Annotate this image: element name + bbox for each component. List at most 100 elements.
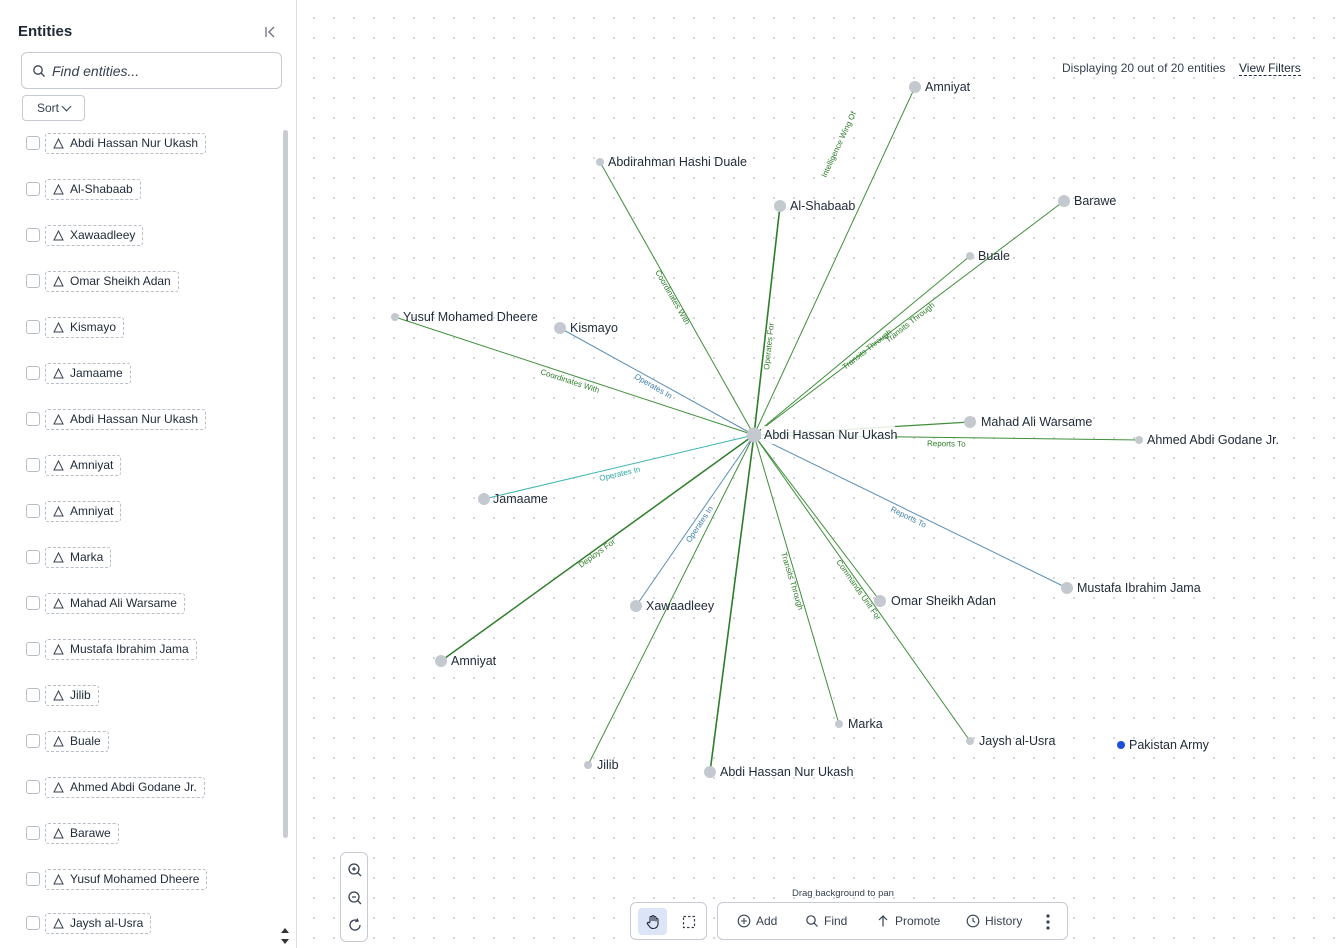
- entity-chip[interactable]: Ahmed Abdi Godane Jr.: [45, 776, 205, 798]
- checkbox[interactable]: [26, 642, 40, 656]
- graph-node[interactable]: Amniyat: [909, 80, 971, 94]
- graph-edge[interactable]: [753, 434, 881, 602]
- add-button[interactable]: Add: [737, 914, 777, 928]
- graph-edge[interactable]: [753, 86, 916, 436]
- reset-icon[interactable]: [347, 917, 363, 933]
- marquee-select-icon[interactable]: [675, 908, 702, 935]
- hand-icon[interactable]: [638, 908, 667, 935]
- graph-node[interactable]: Amniyat: [435, 654, 497, 668]
- list-item[interactable]: Barawe: [26, 822, 119, 844]
- list-item[interactable]: Mustafa Ibrahim Jama: [26, 638, 197, 660]
- entity-chip[interactable]: Omar Sheikh Adan: [45, 270, 179, 292]
- checkbox[interactable]: [26, 366, 40, 380]
- entity-chip[interactable]: Xawaadleey: [45, 224, 144, 246]
- graph-node[interactable]: Kismayo: [554, 321, 618, 335]
- graph-edge[interactable]: [753, 434, 1068, 589]
- graph-node[interactable]: Omar Sheikh Adan: [874, 594, 996, 608]
- graph-node[interactable]: Abdi Hassan Nur Ukash: [746, 426, 898, 444]
- entity-chip[interactable]: Abdi Hassan Nur Ukash: [45, 408, 207, 430]
- entity-chip[interactable]: Yusuf Mohamed Dheere: [45, 868, 208, 890]
- entity-chip[interactable]: Mahad Ali Warsame: [45, 592, 185, 614]
- graph-node[interactable]: Jilib: [584, 758, 619, 772]
- graph-node[interactable]: Xawaadleey: [630, 599, 715, 613]
- list-item[interactable]: Amniyat: [26, 500, 122, 522]
- find-button[interactable]: Find: [805, 914, 847, 928]
- checkbox[interactable]: [26, 228, 40, 242]
- graph-node[interactable]: Abdi Hassan Nur Ukash: [704, 765, 853, 779]
- entity-chip[interactable]: Amniyat: [45, 500, 122, 522]
- list-item[interactable]: Al-Shabaab: [26, 178, 141, 200]
- graph-node[interactable]: Buale: [966, 249, 1010, 263]
- scroll-down-icon[interactable]: [281, 939, 289, 944]
- graph-node[interactable]: Ahmed Abdi Godane Jr.: [1135, 433, 1279, 447]
- checkbox[interactable]: [26, 504, 40, 518]
- graph-node[interactable]: Abdirahman Hashi Duale: [596, 155, 747, 169]
- collapse-left-icon[interactable]: [262, 24, 280, 40]
- list-item[interactable]: Jaysh al-Usra: [26, 912, 152, 934]
- entity-chip[interactable]: Abdi Hassan Nur Ukash: [45, 132, 207, 154]
- entity-chip[interactable]: Kismayo: [45, 316, 125, 338]
- sort-button[interactable]: Sort: [22, 95, 85, 121]
- sidebar-scrollbar[interactable]: [283, 130, 288, 838]
- graph-edge[interactable]: [635, 434, 755, 607]
- graph-svg[interactable]: Intelligence Wing Of Coordinates With Op…: [298, 0, 1340, 948]
- graph-edge[interactable]: [559, 327, 755, 436]
- list-item[interactable]: Amniyat: [26, 454, 122, 476]
- checkbox[interactable]: [26, 780, 40, 794]
- entity-chip[interactable]: Al-Shabaab: [45, 178, 141, 200]
- entity-chip[interactable]: Amniyat: [45, 454, 122, 476]
- list-item[interactable]: Buale: [26, 730, 109, 752]
- list-item[interactable]: Kismayo: [26, 316, 125, 338]
- graph-edge[interactable]: [483, 434, 755, 500]
- checkbox[interactable]: [26, 734, 40, 748]
- graph-node[interactable]: Al-Shabaab: [774, 199, 855, 213]
- entity-search[interactable]: [21, 52, 282, 89]
- checkbox[interactable]: [26, 872, 40, 886]
- list-item[interactable]: Omar Sheikh Adan: [26, 270, 179, 292]
- graph-canvas[interactable]: Intelligence Wing Of Coordinates With Op…: [298, 0, 1340, 948]
- list-item[interactable]: Abdi Hassan Nur Ukash: [26, 408, 207, 430]
- graph-node[interactable]: Jaysh al-Usra: [966, 734, 1055, 748]
- checkbox[interactable]: [26, 826, 40, 840]
- graph-node[interactable]: Marka: [835, 717, 883, 731]
- list-item[interactable]: Marka: [26, 546, 112, 568]
- graph-node[interactable]: Pakistan Army: [1117, 738, 1210, 752]
- checkbox[interactable]: [26, 596, 40, 610]
- graph-node[interactable]: Yusuf Mohamed Dheere: [391, 310, 538, 324]
- checkbox[interactable]: [26, 688, 40, 702]
- list-item[interactable]: Abdi Hassan Nur Ukash: [26, 132, 207, 154]
- checkbox[interactable]: [26, 320, 40, 334]
- checkbox[interactable]: [26, 550, 40, 564]
- entity-chip[interactable]: Marka: [45, 546, 112, 568]
- view-filters-link[interactable]: View Filters: [1239, 61, 1301, 76]
- graph-edge[interactable]: [709, 434, 755, 773]
- graph-node[interactable]: Mustafa Ibrahim Jama: [1061, 581, 1201, 595]
- entity-chip[interactable]: Jaysh al-Usra: [45, 912, 152, 934]
- graph-node[interactable]: Jamaame: [478, 492, 548, 506]
- list-item[interactable]: Jilib: [26, 684, 99, 706]
- entity-chip[interactable]: Barawe: [45, 822, 119, 844]
- checkbox[interactable]: [26, 412, 40, 426]
- entity-chip[interactable]: Buale: [45, 730, 109, 752]
- checkbox[interactable]: [26, 916, 40, 930]
- entity-chip[interactable]: Jamaame: [45, 362, 131, 384]
- more-vertical-icon[interactable]: [1045, 913, 1051, 931]
- promote-button[interactable]: Promote: [876, 914, 940, 928]
- list-item[interactable]: Mahad Ali Warsame: [26, 592, 185, 614]
- scroll-up-icon[interactable]: [281, 928, 289, 933]
- zoom-in-icon[interactable]: [347, 862, 363, 878]
- graph-node[interactable]: Mahad Ali Warsame: [964, 415, 1092, 429]
- graph-edge[interactable]: [753, 255, 971, 436]
- history-button[interactable]: History: [966, 914, 1022, 928]
- checkbox[interactable]: [26, 182, 40, 196]
- checkbox[interactable]: [26, 136, 40, 150]
- graph-edge[interactable]: [753, 205, 781, 436]
- entity-chip[interactable]: Jilib: [45, 684, 99, 706]
- checkbox[interactable]: [26, 458, 40, 472]
- list-item[interactable]: Yusuf Mohamed Dheere: [26, 868, 208, 890]
- entity-chip[interactable]: Mustafa Ibrahim Jama: [45, 638, 197, 660]
- search-input[interactable]: [52, 62, 272, 79]
- zoom-out-icon[interactable]: [347, 890, 363, 906]
- checkbox[interactable]: [26, 274, 40, 288]
- graph-node[interactable]: Barawe: [1058, 194, 1116, 208]
